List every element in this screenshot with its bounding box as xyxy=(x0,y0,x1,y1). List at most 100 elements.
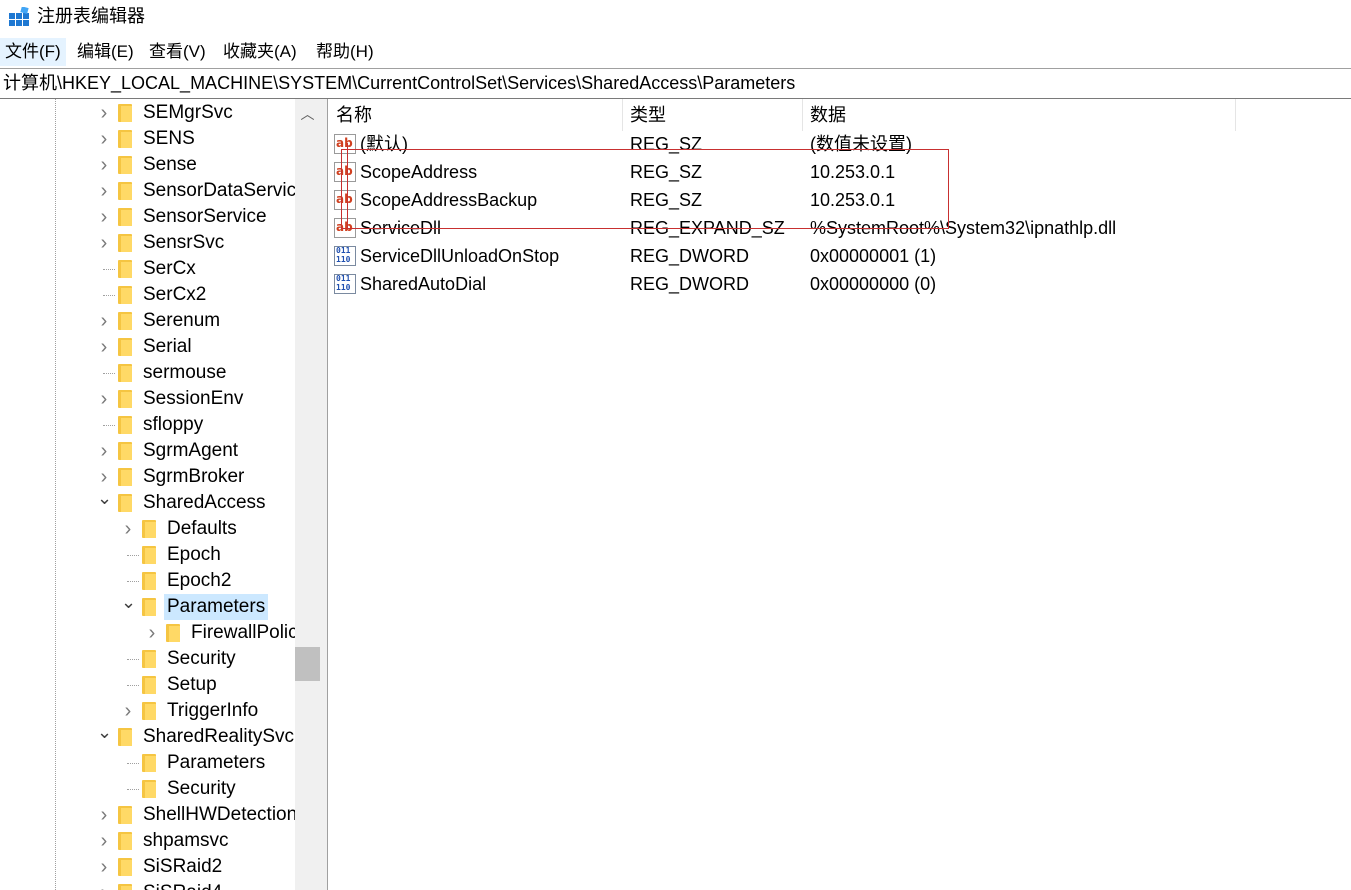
chevron-right-icon[interactable]: › xyxy=(97,181,111,201)
value-name: ScopeAddress xyxy=(360,162,478,182)
tree-item[interactable]: Security xyxy=(0,776,295,802)
pane-splitter[interactable] xyxy=(320,99,328,890)
tree-item[interactable]: › ShellHWDetection xyxy=(0,802,298,828)
tree-item[interactable]: › SgrmAgent xyxy=(0,438,295,464)
tree-item[interactable]: › SENS xyxy=(0,126,295,152)
value-row[interactable]: ab ServiceDll REG_EXPAND_SZ %SystemRoot%\Sy… xyxy=(329,214,1351,242)
tree-item[interactable]: › SgrmBroker xyxy=(0,464,295,490)
value-name: ServiceDll xyxy=(360,218,442,238)
column-header-type[interactable]: 类型 xyxy=(623,99,803,131)
chevron-right-icon[interactable]: › xyxy=(97,129,111,149)
tree-item[interactable]: › SensorDataServic xyxy=(0,178,296,204)
tree-item[interactable]: › shpamsvc xyxy=(0,828,295,854)
menu-edit[interactable]: 编辑(E) xyxy=(72,38,139,66)
tree-item[interactable]: › SensrSvc xyxy=(0,230,295,256)
chevron-right-icon[interactable]: › xyxy=(121,701,135,721)
folder-icon xyxy=(118,338,132,356)
folder-icon xyxy=(118,156,132,174)
menu-file[interactable]: 文件(F) xyxy=(0,38,66,66)
chevron-right-icon[interactable]: › xyxy=(145,623,159,643)
key-tree[interactable]: › SEMgrSvc › SENS › Sense › SensorDataServic › Se… xyxy=(0,99,320,890)
menu-bar: 文件(F) 编辑(E) 查看(V) 收藏夹(A) 帮助(H) xyxy=(0,38,1351,66)
tree-item[interactable]: ⌄ Parameters xyxy=(0,593,295,620)
tree-item[interactable]: › FirewallPolic xyxy=(0,620,298,646)
chevron-right-icon[interactable]: › xyxy=(97,155,111,175)
tree-item[interactable]: › Serial xyxy=(0,334,295,360)
tree-scrollbar[interactable]: ︿ xyxy=(295,99,320,890)
tree-item[interactable]: › Serenum xyxy=(0,308,295,334)
tree-item-label: SensorDataServic xyxy=(143,180,297,201)
folder-icon xyxy=(118,104,132,122)
tree-item[interactable]: sermouse xyxy=(0,360,295,386)
value-row[interactable]: ab ScopeAddressBackup REG_SZ 10.253.0.1 xyxy=(329,186,1351,214)
folder-icon xyxy=(118,442,132,460)
column-header-name[interactable]: 名称 xyxy=(329,99,623,131)
tree-item[interactable]: › SiSRaid4 xyxy=(0,880,295,890)
address-bar[interactable]: 计算机\HKEY_LOCAL_MACHINE\SYSTEM\CurrentCon… xyxy=(0,69,1351,98)
tree-item[interactable]: sfloppy xyxy=(0,412,295,438)
chevron-right-icon[interactable]: › xyxy=(121,519,135,539)
chevron-right-icon[interactable]: › xyxy=(97,441,111,461)
window-title: 注册表编辑器 xyxy=(37,6,145,26)
tree-item-label: SerCx xyxy=(143,258,196,279)
tree-connector xyxy=(103,269,115,270)
folder-icon xyxy=(118,234,132,252)
tree-item[interactable]: Epoch xyxy=(0,542,295,568)
tree-item[interactable]: Epoch2 xyxy=(0,568,295,594)
tree-item[interactable]: ⌄ SharedRealitySvc xyxy=(0,723,295,750)
tree-item[interactable]: › TriggerInfo xyxy=(0,698,295,724)
tree-item[interactable]: SerCx xyxy=(0,256,295,282)
menu-favorites[interactable]: 收藏夹(A) xyxy=(218,38,302,66)
folder-icon xyxy=(166,624,180,642)
tree-connector xyxy=(127,685,139,686)
tree-item-label: Setup xyxy=(167,674,217,695)
chevron-right-icon[interactable]: › xyxy=(97,831,111,851)
chevron-right-icon[interactable]: › xyxy=(97,311,111,331)
value-type: REG_SZ xyxy=(630,190,703,210)
chevron-right-icon[interactable]: › xyxy=(97,883,111,890)
tree-item[interactable]: ⌄ SharedAccess xyxy=(0,489,295,516)
scroll-thumb[interactable] xyxy=(295,647,320,681)
tree-item[interactable]: › Defaults xyxy=(0,516,295,542)
tree-item[interactable]: › SessionEnv xyxy=(0,386,295,412)
folder-icon xyxy=(118,468,132,486)
value-type: REG_EXPAND_SZ xyxy=(630,218,785,238)
tree-item[interactable]: Parameters xyxy=(0,750,295,776)
scroll-up-arrow-icon[interactable]: ︿ xyxy=(295,99,320,129)
chevron-right-icon[interactable]: › xyxy=(97,857,111,877)
menu-view[interactable]: 查看(V) xyxy=(144,38,211,66)
chevron-right-icon[interactable]: › xyxy=(97,337,111,357)
chevron-right-icon[interactable]: › xyxy=(97,467,111,487)
tree-item[interactable]: › Sense xyxy=(0,152,295,178)
chevron-right-icon[interactable]: › xyxy=(97,233,111,253)
value-row[interactable]: 011 110 ServiceDllUnloadOnStop REG_DWORD 0x0… xyxy=(329,242,1351,270)
value-row[interactable]: ab ScopeAddress REG_SZ 10.253.0.1 xyxy=(329,158,1351,186)
value-row[interactable]: 011 110 SharedAutoDial REG_DWORD 0x00000000 … xyxy=(329,270,1351,298)
value-type: REG_SZ xyxy=(630,134,703,154)
list-header: 名称 类型 数据 xyxy=(329,99,1236,131)
chevron-right-icon[interactable]: › xyxy=(97,207,111,227)
chevron-right-icon[interactable]: › xyxy=(97,805,111,825)
tree-item[interactable]: SerCx2 xyxy=(0,282,295,308)
string-value-icon: ab xyxy=(334,218,356,238)
chevron-down-icon[interactable]: ⌄ xyxy=(97,489,112,507)
folder-icon xyxy=(142,650,156,668)
tree-item[interactable]: Security xyxy=(0,646,295,672)
tree-item[interactable]: › SensorService xyxy=(0,204,295,230)
value-row[interactable]: ab (默认) REG_SZ (数值未设置) xyxy=(329,130,1351,158)
tree-item-label: Security xyxy=(167,648,236,669)
value-name: ScopeAddressBackup xyxy=(360,190,538,210)
tree-item[interactable]: › SEMgrSvc xyxy=(0,100,295,126)
values-list[interactable]: 名称 类型 数据 ab (默认) REG_SZ (数值未设置) ab ScopeAddre… xyxy=(329,99,1351,890)
column-header-data[interactable]: 数据 xyxy=(803,99,1236,131)
value-name: SharedAutoDial xyxy=(360,274,487,294)
chevron-down-icon[interactable]: ⌄ xyxy=(97,723,112,741)
value-type: REG_SZ xyxy=(630,162,703,182)
tree-item-label: Sense xyxy=(143,154,197,175)
chevron-down-icon[interactable]: ⌄ xyxy=(121,593,136,611)
tree-item[interactable]: Setup xyxy=(0,672,295,698)
menu-help[interactable]: 帮助(H) xyxy=(311,38,379,66)
chevron-right-icon[interactable]: › xyxy=(97,389,111,409)
chevron-right-icon[interactable]: › xyxy=(97,103,111,123)
tree-item[interactable]: › SiSRaid2 xyxy=(0,854,295,880)
